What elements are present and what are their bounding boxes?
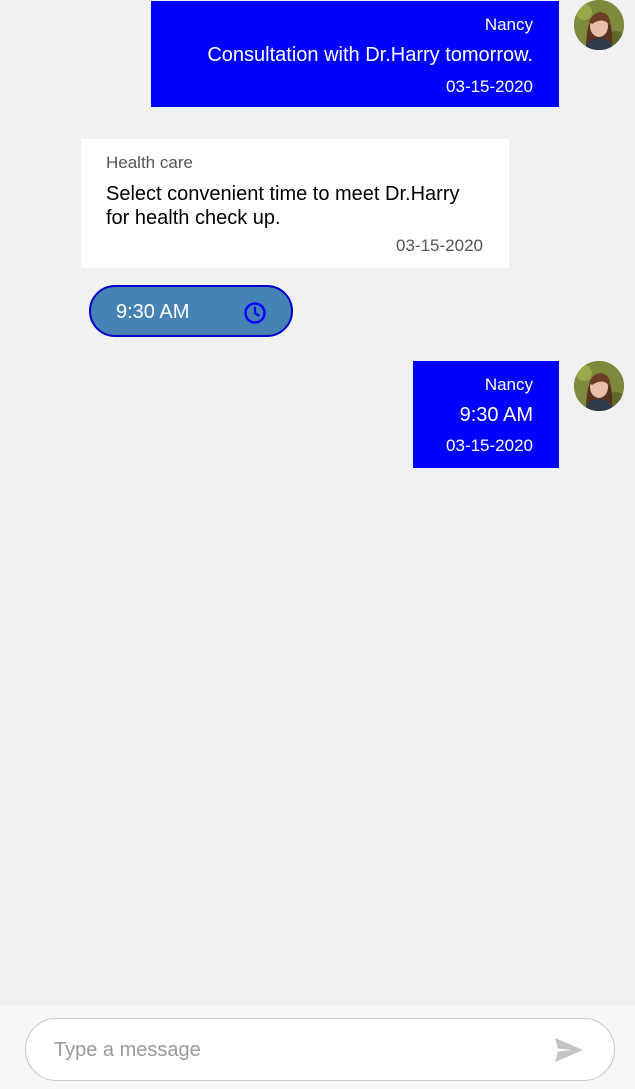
- message-sender: Nancy: [484, 15, 533, 34]
- message-date: 03-15-2020: [446, 436, 533, 455]
- message-sender: Health care: [106, 153, 193, 172]
- chat-screen: Nancy Consultation with Dr.Harry tomorro…: [0, 0, 635, 1089]
- outgoing-message-bubble: Nancy 9:30 AM 03-15-2020: [413, 361, 559, 468]
- time-picker-button[interactable]: 9:30 AM: [89, 285, 293, 337]
- clock-icon: [243, 301, 267, 325]
- message-sender: Nancy: [484, 375, 533, 394]
- outgoing-message-bubble: Nancy Consultation with Dr.Harry tomorro…: [151, 1, 559, 107]
- send-icon[interactable]: [554, 1037, 584, 1063]
- message-text: Select convenient time to meet Dr.Harry …: [106, 183, 460, 229]
- message-date: 03-15-2020: [396, 236, 483, 255]
- message-composer: [25, 1018, 615, 1081]
- user-avatar: [574, 361, 624, 411]
- message-input[interactable]: [54, 1033, 534, 1067]
- time-picker-value: 9:30 AM: [116, 301, 190, 323]
- message-date: 03-15-2020: [446, 77, 533, 96]
- message-text: 9:30 AM: [459, 404, 533, 426]
- incoming-message-bubble: Health care Select convenient time to me…: [81, 139, 509, 268]
- user-avatar: [574, 0, 624, 50]
- message-text: Consultation with Dr.Harry tomorrow.: [207, 44, 533, 66]
